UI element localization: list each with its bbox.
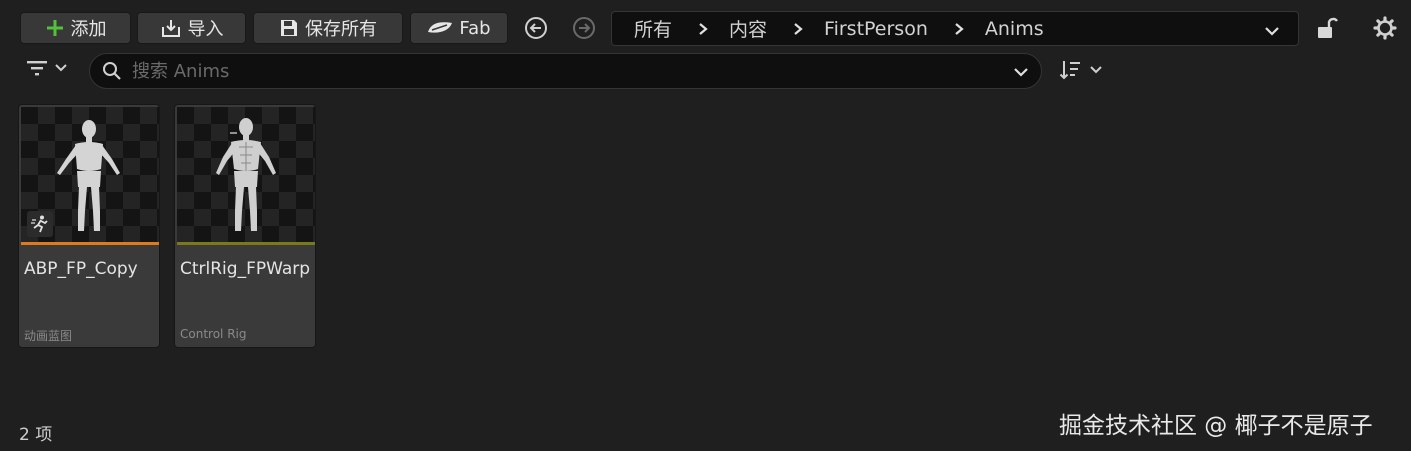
chevron-down-icon [55, 64, 67, 72]
breadcrumb-item-firstperson[interactable]: FirstPerson [824, 18, 928, 40]
add-button[interactable]: 添加 [20, 12, 131, 44]
chevron-right-icon[interactable] [793, 22, 803, 36]
chevron-down-icon [1090, 66, 1102, 74]
back-arrow-icon [525, 17, 547, 39]
fab-icon [428, 22, 453, 33]
asset-tile-abp-fp-copy[interactable]: ABP_FP_Copy 动画蓝图 [18, 104, 160, 348]
watermark: 掘金技术社区 @ 椰子不是原子 [1059, 413, 1373, 439]
mannequin-figure-icon [216, 118, 276, 231]
chevron-right-icon[interactable] [698, 22, 708, 36]
save-all-button-label: 保存所有 [305, 19, 377, 40]
breadcrumb-item-all[interactable]: 所有 [634, 15, 672, 42]
import-button-label: 导入 [187, 19, 224, 40]
asset-type-label: Control Rig [180, 327, 247, 341]
add-button-label: 添加 [70, 19, 107, 40]
asset-type-stripe [21, 242, 159, 245]
import-button[interactable]: 导入 [137, 12, 246, 44]
search-icon [103, 62, 121, 80]
asset-type-label: 动画蓝图 [24, 329, 73, 343]
sort-icon [1059, 61, 1080, 80]
forward-arrow-icon [573, 17, 595, 39]
search-input[interactable] [130, 59, 954, 83]
gear-icon [1373, 16, 1397, 40]
forward-button[interactable] [572, 16, 596, 40]
filter-icon [27, 61, 47, 76]
breadcrumb: 所有 内容 FirstPerson Anims [611, 11, 1299, 46]
chevron-right-icon[interactable] [954, 22, 964, 36]
search-bar [89, 53, 1042, 89]
lock-button[interactable] [1316, 16, 1338, 44]
fab-button-label: Fab [459, 17, 491, 39]
asset-type-stripe [177, 242, 315, 245]
asset-thumbnail [177, 107, 315, 243]
asset-name: CtrlRig_FPWarp [180, 259, 311, 279]
lock-icon [1318, 17, 1338, 38]
sort-button[interactable] [1059, 59, 1103, 81]
settings-button[interactable] [1373, 16, 1397, 44]
item-count: 2 项 [19, 425, 53, 445]
asset-tile-ctrlrig-fpwarp[interactable]: CtrlRig_FPWarp Control Rig [174, 104, 316, 348]
breadcrumb-item-content[interactable]: 内容 [729, 15, 767, 42]
chevron-down-icon[interactable] [1013, 64, 1029, 83]
fab-button[interactable]: Fab [410, 12, 508, 44]
chevron-down-icon[interactable] [1264, 21, 1280, 43]
filter-button[interactable] [26, 58, 68, 78]
running-man-icon [27, 211, 53, 237]
plus-icon [46, 20, 63, 36]
breadcrumb-item-anims[interactable]: Anims [985, 18, 1044, 40]
asset-name: ABP_FP_Copy [24, 259, 138, 279]
import-icon [161, 20, 180, 37]
save-icon [281, 20, 297, 36]
save-all-button[interactable]: 保存所有 [253, 12, 403, 44]
back-button[interactable] [524, 16, 548, 40]
